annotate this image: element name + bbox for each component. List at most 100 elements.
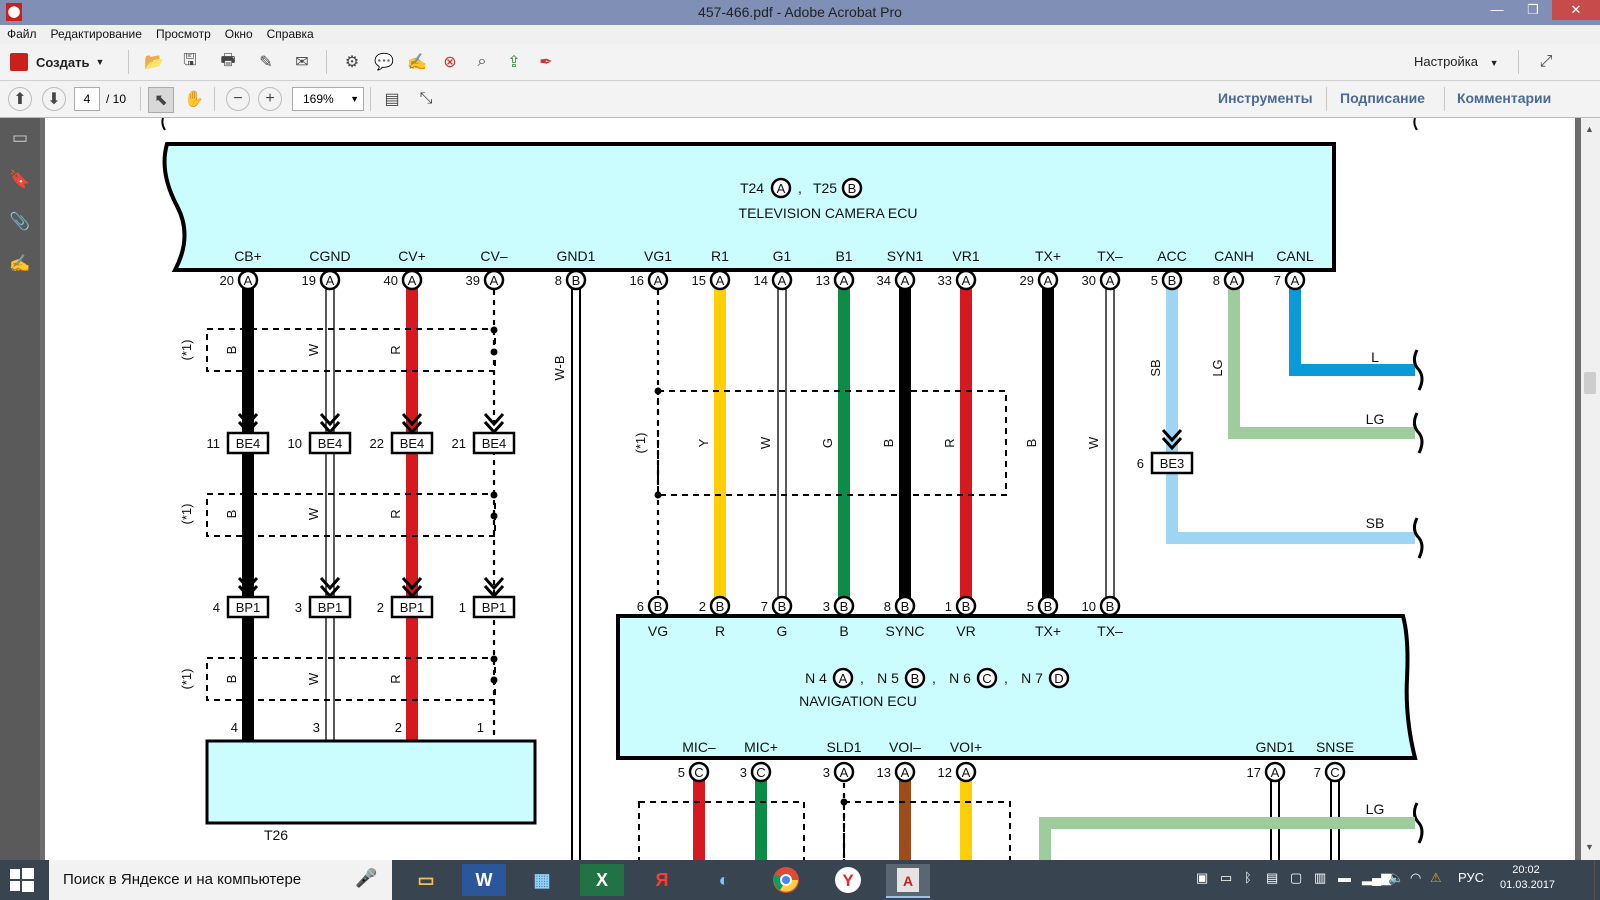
bluetooth-icon[interactable]: ᛒ — [1244, 870, 1252, 885]
wire-color-label: R — [942, 438, 957, 447]
signature-icon[interactable]: ✍ — [8, 252, 32, 276]
bookmark-icon[interactable]: 🔖 — [8, 168, 32, 192]
tv-pin-label: CANH — [1214, 248, 1254, 264]
fullscreen-icon[interactable]: ⤢ — [1534, 50, 1558, 74]
scroll-up-icon[interactable]: ▲ — [1585, 124, 1594, 134]
navigation-toolbar: ⬆ ⬇ 4 / 10 ⬉ ✋ − + 169% ▼ ▤ ⤡ Инструмент… — [0, 81, 1600, 118]
tv-pin-number: 8 — [1213, 273, 1220, 288]
sign-icon[interactable]: ✒ — [534, 50, 558, 74]
search-placeholder: Поиск в Яндексе и на компьютере — [63, 871, 302, 888]
wifi-icon[interactable]: ◠ — [1410, 870, 1421, 886]
notebook-icon[interactable]: ▢ — [1290, 870, 1302, 886]
menu-file[interactable]: Файл — [0, 25, 44, 43]
email-icon[interactable]: ✉ — [290, 50, 314, 74]
menu-edit[interactable]: Редактирование — [44, 25, 149, 43]
file-explorer-icon[interactable]: ▭ — [404, 864, 448, 896]
t26-pin-number: 3 — [313, 720, 320, 735]
scroll-down-icon[interactable]: ▼ — [1585, 842, 1594, 852]
menu-window[interactable]: Окно — [218, 25, 260, 43]
tv-pin-number: 20 — [220, 273, 234, 288]
scroll-thumb[interactable] — [1584, 372, 1596, 394]
print-icon[interactable]: 🖶 — [216, 50, 240, 74]
navigation-ecu-box — [616, 614, 1418, 760]
page-number-input[interactable]: 4 — [74, 87, 100, 111]
wire-canl — [1289, 280, 1415, 376]
sign-panel-link[interactable]: Подписание — [1340, 90, 1425, 106]
close-button[interactable]: ✕ — [1552, 0, 1600, 20]
comment-icon[interactable]: 💬 — [372, 50, 396, 74]
next-page-icon[interactable]: ⬇ — [42, 87, 66, 111]
audio-icon[interactable]: ◐ — [702, 864, 746, 896]
microphone-icon[interactable]: 🎤 — [355, 868, 377, 889]
prev-page-icon[interactable]: ⬆ — [8, 87, 32, 111]
navigation-pane: ▭ 🔖 📎 ✍ — [0, 118, 40, 860]
restore-button[interactable]: ❐ — [1516, 0, 1550, 20]
zoom-select[interactable]: 169% ▼ — [292, 87, 364, 111]
nav-bottom-pin-label: SNSE — [1316, 739, 1354, 755]
fit-width-icon[interactable]: ⤡ — [414, 87, 438, 111]
select-tool-icon[interactable]: ⬉ — [148, 87, 174, 113]
acrobat-taskbar-icon[interactable]: A — [886, 864, 930, 898]
comments-panel-link[interactable]: Комментарии — [1457, 90, 1551, 106]
control-panel-icon[interactable]: ▦ — [520, 864, 564, 896]
vertical-scrollbar[interactable]: ▲ ▼ — [1581, 118, 1600, 860]
nav-bottom-pin-label: SLD1 — [826, 739, 861, 755]
open-icon[interactable]: 📂 — [142, 50, 166, 74]
tools-panel-link[interactable]: Инструменты — [1218, 90, 1313, 106]
save-icon[interactable]: 🖫 — [178, 50, 202, 74]
volume-icon[interactable]: 🔈 — [1388, 870, 1404, 886]
excel-icon[interactable]: X — [580, 864, 624, 896]
taskbar-search[interactable]: Поиск в Яндексе и на компьютере 🎤 — [49, 860, 392, 900]
clock[interactable]: 20:02 01.03.2017 — [1500, 864, 1555, 891]
minimize-button[interactable]: — — [1480, 0, 1514, 20]
zoom-out-icon[interactable]: − — [226, 87, 250, 111]
nav-top-pin-label: B — [839, 623, 848, 639]
nav-bottom-pin-number: 3 — [823, 765, 830, 780]
usb-icon[interactable]: ▬ — [1338, 870, 1351, 885]
connector-letter: A — [490, 273, 499, 288]
acrobat-tray-icon[interactable]: ▣ — [1196, 870, 1208, 886]
connector-letter: C — [756, 765, 765, 780]
gear-icon[interactable]: ⚙ — [340, 50, 364, 74]
show-desktop-button[interactable] — [1594, 860, 1600, 900]
pin-number: 22 — [370, 436, 384, 451]
edit-icon[interactable]: ✎ — [254, 50, 278, 74]
main-toolbar: Создать ▼ 📂 🖫 🖶 ✎ ✉ ⚙ 💬 ✍ ⊗ ⌕ ⇪ ✒ Настро… — [0, 44, 1600, 81]
create-icon — [10, 53, 28, 71]
warning-icon[interactable]: ⚠ — [1430, 870, 1442, 886]
signal-icon[interactable]: ▂▄▆ — [1362, 870, 1391, 886]
fit-page-icon[interactable]: ▤ — [380, 87, 404, 111]
tv-pin-label: TX+ — [1035, 248, 1061, 264]
nav-ecu-comma: , — [932, 670, 936, 686]
yandex-browser-icon[interactable]: Я — [640, 864, 684, 896]
find-icon[interactable]: ⌕ — [470, 50, 494, 74]
tv-pin-number: 8 — [555, 273, 562, 288]
connector-letter: A — [326, 273, 335, 288]
chrome-icon[interactable] — [764, 864, 808, 896]
delete-page-icon[interactable]: ⊗ — [438, 50, 462, 74]
display-tray-icon[interactable]: ▭ — [1220, 870, 1232, 886]
pages-icon[interactable]: ▭ — [8, 126, 32, 150]
acrobat-update-icon[interactable]: ▤ — [1266, 870, 1278, 886]
tv-pin-number: 5 — [1151, 273, 1158, 288]
highlight-icon[interactable]: ✍ — [405, 50, 429, 74]
menu-view[interactable]: Просмотр — [149, 25, 218, 43]
word-icon[interactable]: W — [462, 864, 506, 896]
attachment-icon[interactable]: 📎 — [8, 210, 32, 234]
connector-letter: B — [716, 599, 725, 614]
wire-gnd-lg — [1039, 817, 1415, 860]
tv-pin-label: GND1 — [557, 248, 596, 264]
power-icon[interactable]: ▥ — [1314, 870, 1326, 886]
nav-top-pin-number: 6 — [637, 599, 644, 614]
zoom-in-icon[interactable]: + — [258, 87, 282, 111]
start-button[interactable] — [10, 868, 36, 892]
yandex-icon[interactable]: Y — [826, 864, 870, 896]
hand-tool-icon[interactable]: ✋ — [182, 87, 206, 111]
customize-button[interactable]: Настройка ▼ — [1414, 54, 1499, 69]
create-button[interactable]: Создать ▼ — [10, 51, 104, 73]
language-indicator[interactable]: РУС — [1458, 870, 1484, 885]
tv-pin-label: CANL — [1276, 248, 1314, 264]
menu-help[interactable]: Справка — [260, 25, 321, 43]
pdf-page: TELEVISION CAMERA ECU T24 A, T25 B BE4 11 BE4 10… — [45, 118, 1575, 860]
export-icon[interactable]: ⇪ — [502, 50, 526, 74]
